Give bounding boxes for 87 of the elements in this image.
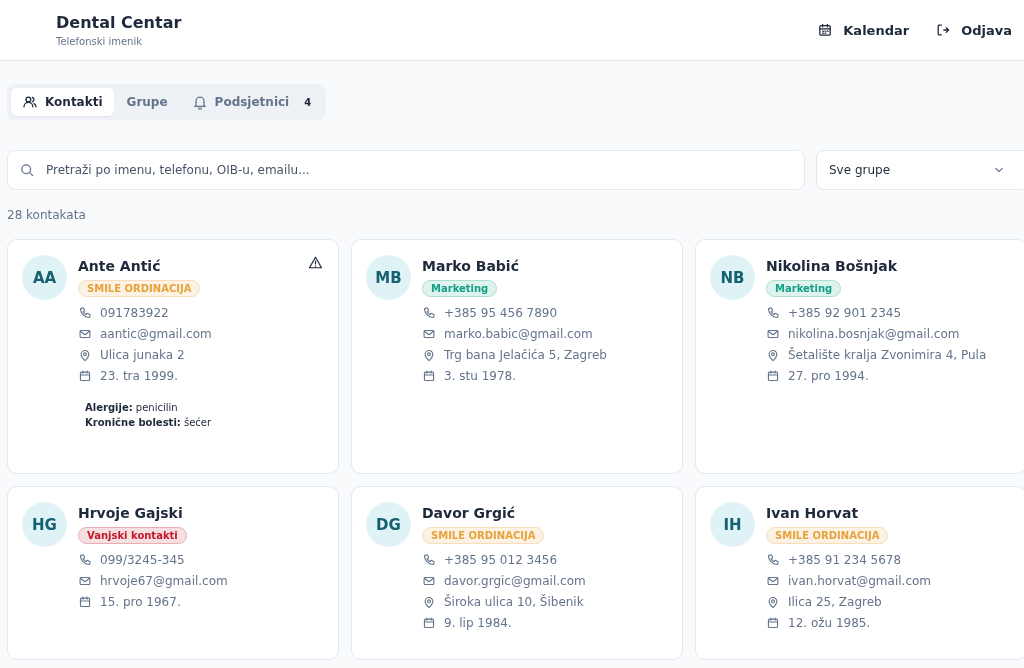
calendar-button[interactable]: Kalendar xyxy=(809,16,918,44)
phone-icon xyxy=(78,553,92,567)
phone-icon xyxy=(78,306,92,320)
app-title: Dental Centar xyxy=(56,13,182,32)
envelope-icon xyxy=(422,327,436,341)
reminder-count: 4 xyxy=(304,96,312,108)
contact-detail: 9. lip 1984. xyxy=(444,616,512,630)
contact-name: Nikolina Bošnjak xyxy=(766,258,899,274)
avatar-initials: DG xyxy=(366,502,411,547)
calendar-icon xyxy=(422,369,436,383)
envelope-icon xyxy=(766,327,780,341)
avatar-initials: HG xyxy=(22,502,67,547)
map-pin-icon xyxy=(766,348,780,362)
app-subtitle: Telefonski imenik xyxy=(56,36,143,47)
logout-icon xyxy=(935,22,952,38)
contact-detail: nikolina.bosnjak@gmail.com xyxy=(788,327,960,341)
contact-detail: hrvoje67@gmail.com xyxy=(100,574,228,588)
contact-detail: 23. tra 1999. xyxy=(100,369,179,383)
map-pin-icon xyxy=(766,595,780,609)
group-tag: SMILE ORDINACIJA xyxy=(422,527,545,544)
contact-detail: +385 95 456 7890 xyxy=(444,306,558,320)
contact-name: Davor Grgić xyxy=(422,505,517,521)
contact-card[interactable]: MB Marko Babić Marketing +385 95 456 7890 marko.babic@gmail.com Trg bana Jelačića 5, Zagreb 3. stu 1978. xyxy=(351,239,683,474)
contact-detail: +385 91 234 5678 xyxy=(788,553,902,567)
calendar-icon xyxy=(817,22,834,38)
calendar-icon xyxy=(766,369,780,383)
contact-detail: aantic@gmail.com xyxy=(100,327,212,341)
contact-detail: 15. pro 1967. xyxy=(100,595,181,609)
search-field[interactable]: Pretraži po imenu, telefonu, OIB-u, emailu... xyxy=(7,150,805,190)
phone-icon xyxy=(422,553,436,567)
contact-name: Ivan Horvat xyxy=(766,505,860,521)
contact-detail: 3. stu 1978. xyxy=(444,369,516,383)
contact-name: Hrvoje Gajski xyxy=(78,505,184,521)
avatar-initials: IH xyxy=(710,502,755,547)
contact-detail: 091783922 xyxy=(100,306,169,320)
contact-detail: davor.grgic@gmail.com xyxy=(444,574,586,588)
envelope-icon xyxy=(422,574,436,588)
calendar-icon xyxy=(78,595,92,609)
phone-icon xyxy=(422,306,436,320)
map-pin-icon xyxy=(78,348,92,362)
contact-detail: 27. pro 1994. xyxy=(788,369,869,383)
contact-detail: +385 92 901 2345 xyxy=(788,306,902,320)
contact-name: Ante Antić xyxy=(78,258,162,274)
contact-detail: Ulica junaka 2 xyxy=(100,348,185,362)
envelope-icon xyxy=(766,574,780,588)
avatar-initials: AA xyxy=(22,255,67,300)
map-pin-icon xyxy=(422,595,436,609)
contact-card[interactable]: IH Ivan Horvat SMILE ORDINACIJA +385 91 234 5678 ivan.horvat@gmail.com Ilica 25, Zagreb 12. ožu 1985. xyxy=(695,486,1024,660)
tab[interactable]: Podsjetnici 4 xyxy=(180,88,323,116)
avatar-initials: NB xyxy=(710,255,755,300)
users-icon xyxy=(22,94,38,110)
phone-icon xyxy=(766,306,780,320)
tab[interactable]: Grupe xyxy=(115,88,179,116)
medical-note: Kronične bolesti: šećer xyxy=(85,417,212,428)
contact-detail: 12. ožu 1985. xyxy=(788,616,871,630)
group-tag: SMILE ORDINACIJA xyxy=(766,527,889,544)
contact-name: Marko Babić xyxy=(422,258,520,274)
calendar-icon xyxy=(78,369,92,383)
calendar-icon xyxy=(766,616,780,630)
group-dropdown[interactable]: Sve grupe xyxy=(816,150,1024,190)
group-tag: SMILE ORDINACIJA xyxy=(78,280,201,297)
avatar-initials: MB xyxy=(366,255,411,300)
group-tag: Marketing xyxy=(422,280,498,297)
contact-detail: Šetalište kralja Zvonimira 4, Pula xyxy=(788,348,987,362)
contact-card[interactable]: DG Davor Grgić SMILE ORDINACIJA +385 95 012 3456 davor.grgic@gmail.com Široka ulica 10, Šibenik 9. lip 1984. xyxy=(351,486,683,660)
contact-detail: Široka ulica 10, Šibenik xyxy=(444,595,584,609)
logout-button[interactable]: Odjava xyxy=(927,16,1020,44)
contact-detail: +385 95 012 3456 xyxy=(444,553,558,567)
group-tag: Marketing xyxy=(766,280,842,297)
contact-detail: marko.babic@gmail.com xyxy=(444,327,593,341)
contact-card[interactable]: NB Nikolina Bošnjak Marketing +385 92 901 2345 nikolina.bosnjak@gmail.com Šetalište kralja Zvonimira 4, Pula 27. pro 1994. xyxy=(695,239,1024,474)
contact-detail: Trg bana Jelačića 5, Zagreb xyxy=(444,348,607,362)
contact-card[interactable]: HG Hrvoje Gajski Vanjski kontakti 099/3245-345 hrvoje67@gmail.com 15. pro 1967. xyxy=(7,486,339,660)
phone-icon xyxy=(766,553,780,567)
bell-icon xyxy=(191,94,208,110)
contact-detail: ivan.horvat@gmail.com xyxy=(788,574,932,588)
envelope-icon xyxy=(78,327,92,341)
medical-note: Alergije: penicilin xyxy=(85,402,179,413)
contact-detail: 099/3245-345 xyxy=(100,553,185,567)
map-pin-icon xyxy=(422,348,436,362)
contact-card[interactable]: AA Ante Antić SMILE ORDINACIJA 091783922 aantic@gmail.com Ulica junaka 2 23. tra 1999. Alergije: penicilin Kronične bolesti: šećer xyxy=(7,239,339,474)
tab[interactable]: Kontakti xyxy=(11,88,114,116)
contact-count: 28 kontakata xyxy=(7,208,87,222)
group-tag: Vanjski kontakti xyxy=(78,527,187,544)
contact-detail: Ilica 25, Zagreb xyxy=(788,595,882,609)
calendar-icon xyxy=(422,616,436,630)
envelope-icon xyxy=(78,574,92,588)
